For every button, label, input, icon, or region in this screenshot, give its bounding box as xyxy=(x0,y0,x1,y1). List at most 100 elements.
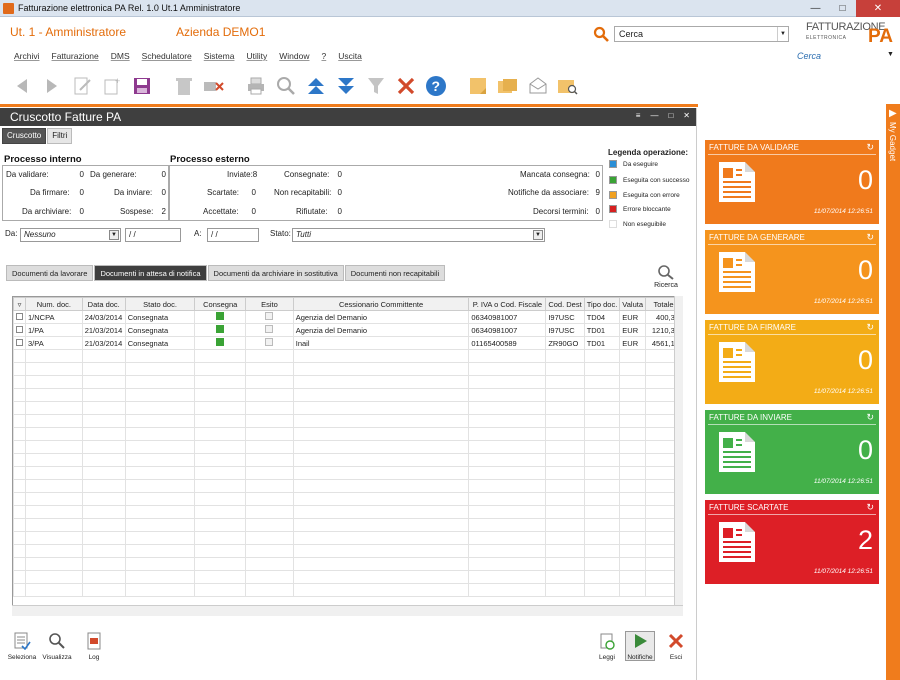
checkbox[interactable] xyxy=(16,312,23,320)
print-button[interactable] xyxy=(244,74,268,98)
minimize-button[interactable]: — xyxy=(802,0,829,17)
folders-icon xyxy=(498,79,517,93)
tab-documenti-in-attesa[interactable]: Documenti in attesa di notifica xyxy=(94,265,207,281)
cancel-button[interactable] xyxy=(394,74,418,98)
tab-filtri[interactable]: Filtri xyxy=(47,128,73,144)
table-row[interactable]: 3/PA 21/03/2014 Consegnata Inail 0116540… xyxy=(13,336,682,350)
menu-schedulatore[interactable]: Schedulatore xyxy=(142,51,192,61)
tab-documenti-da-lavorare[interactable]: Documenti da lavorare xyxy=(6,265,94,281)
menu-archivi[interactable]: Archivi xyxy=(14,51,40,61)
filter-button[interactable] xyxy=(364,74,388,98)
log-button[interactable]: Log xyxy=(79,632,109,661)
col-piva[interactable]: P. IVA o Cod. Fiscale xyxy=(468,297,547,311)
col-esito[interactable]: Esito xyxy=(245,297,294,311)
search-input[interactable]: Cerca ▼ xyxy=(614,26,789,42)
edit-button[interactable] xyxy=(70,74,94,98)
new-button[interactable]: + xyxy=(100,74,124,98)
refresh-icon[interactable]: ↻ xyxy=(866,322,874,333)
menu-help[interactable]: ? xyxy=(321,51,326,61)
card-fatture-da-generare[interactable]: FATTURE DA GENERARE ↻ 0 11/07/2014 12:26:51 xyxy=(705,230,879,314)
col-valuta[interactable]: Valuta xyxy=(619,297,646,311)
zoom-button[interactable] xyxy=(274,74,298,98)
date-to-input[interactable]: / / xyxy=(207,228,259,242)
col-data-doc[interactable]: Data doc. xyxy=(81,297,126,311)
card-fatture-da-inviare[interactable]: FATTURE DA INVIARE ↻ 0 11/07/2014 12:26:51 xyxy=(705,410,879,494)
tab-documenti-non-recapitabili[interactable]: Documenti non recapitabili xyxy=(344,265,446,281)
esci-button[interactable]: Esci xyxy=(661,632,691,661)
row-checkbox[interactable] xyxy=(13,336,26,350)
select-all-header[interactable]: ▿ xyxy=(13,297,26,311)
vertical-scrollbar[interactable] xyxy=(674,296,683,605)
refresh-icon[interactable]: ↻ xyxy=(866,502,874,513)
da-select[interactable]: Nessuno ▼ xyxy=(20,228,121,242)
forward-button[interactable] xyxy=(40,74,64,98)
checkbox[interactable] xyxy=(16,338,23,346)
help-button[interactable]: ? xyxy=(424,74,448,98)
col-num-doc[interactable]: Num. doc. xyxy=(25,297,83,311)
menu-fatturazione[interactable]: Fatturazione xyxy=(52,51,99,61)
panel-restore-icon[interactable]: □ xyxy=(668,111,673,120)
panel-close-icon[interactable]: ✕ xyxy=(683,111,690,120)
menu-dms[interactable]: DMS xyxy=(111,51,130,61)
delete-button[interactable] xyxy=(172,74,196,98)
empty-cell xyxy=(25,388,83,402)
maximize-button[interactable]: □ xyxy=(829,0,856,17)
col-cessionario[interactable]: Cessionario Committente xyxy=(292,297,470,311)
table-row[interactable]: 1/NCPA 24/03/2014 Consegnata Agenzia del… xyxy=(13,310,682,324)
menu-uscita[interactable]: Uscita xyxy=(338,51,362,61)
col-cod-dest[interactable]: Cod. Dest xyxy=(545,297,585,311)
remove-row-button[interactable] xyxy=(202,74,226,98)
tab-cruscotto[interactable]: Cruscotto xyxy=(2,128,47,144)
col-stato-doc[interactable]: Stato doc. xyxy=(124,297,196,311)
panel-menu-icon[interactable]: ≡ xyxy=(636,111,641,120)
col-consegna[interactable]: Consegna xyxy=(194,297,247,311)
empty-cell xyxy=(124,531,196,545)
card-title: FATTURE DA GENERARE xyxy=(709,233,805,242)
col-tipo-doc[interactable]: Tipo doc. xyxy=(583,297,621,311)
row-checkbox[interactable] xyxy=(13,310,26,324)
chevron-down-icon[interactable]: ▼ xyxy=(533,230,543,240)
search-icon[interactable] xyxy=(593,26,609,42)
close-window-button[interactable]: ✕ xyxy=(856,0,900,17)
save-button[interactable] xyxy=(130,74,154,98)
card-fatture-da-firmare[interactable]: FATTURE DA FIRMARE ↻ 0 11/07/2014 12:26:51 xyxy=(705,320,879,404)
empty-cell xyxy=(583,492,621,506)
stato-select[interactable]: Tutti ▼ xyxy=(292,228,545,242)
menu-utility[interactable]: Utility xyxy=(246,51,267,61)
empty-cell xyxy=(194,414,247,428)
menu-window[interactable]: Window xyxy=(279,51,309,61)
leggi-button[interactable]: Leggi xyxy=(592,632,622,661)
visualizza-button[interactable]: Visualizza xyxy=(42,632,72,661)
checkbox[interactable] xyxy=(16,325,23,333)
mail-button[interactable] xyxy=(526,74,550,98)
refresh-icon[interactable]: ↻ xyxy=(866,232,874,243)
table-row[interactable]: 1/PA 21/03/2014 Consegnata Agenzia del D… xyxy=(13,323,682,337)
empty-cell xyxy=(194,492,247,506)
refresh-icon[interactable]: ↻ xyxy=(866,142,874,153)
folder-search-button[interactable] xyxy=(556,74,580,98)
move-up-button[interactable] xyxy=(304,74,328,98)
empty-cell xyxy=(583,505,621,519)
options-chevron-icon[interactable]: ▼ xyxy=(887,51,894,58)
notifiche-button[interactable]: Notifiche xyxy=(625,631,655,661)
card-fatture-scartate[interactable]: FATTURE SCARTATE ↻ 2 11/07/2014 12:26:51 xyxy=(705,500,879,584)
chevron-down-icon[interactable]: ▼ xyxy=(777,27,788,41)
date-from-input[interactable]: / / xyxy=(125,228,181,242)
cerca-link[interactable]: Cerca xyxy=(797,51,821,61)
row-checkbox[interactable] xyxy=(13,323,26,337)
panel-minimize-icon[interactable]: — xyxy=(650,111,658,120)
back-button[interactable] xyxy=(10,74,34,98)
refresh-icon[interactable]: ↻ xyxy=(866,412,874,423)
note-button[interactable] xyxy=(466,74,490,98)
menu-sistema[interactable]: Sistema xyxy=(204,51,235,61)
tab-documenti-da-archiviare[interactable]: Documenti da archiviare in sostitutiva xyxy=(207,265,344,281)
ricerca-button[interactable]: Ricerca xyxy=(654,264,678,289)
chevron-down-icon[interactable]: ▼ xyxy=(109,230,119,240)
horizontal-scrollbar[interactable] xyxy=(12,605,683,616)
card-fatture-da-validare[interactable]: FATTURE DA VALIDARE ↻ 0 11/07/2014 12:26:51 xyxy=(705,140,879,224)
move-down-button[interactable] xyxy=(334,74,358,98)
empty-cell xyxy=(468,453,547,467)
folders-button[interactable] xyxy=(496,74,520,98)
my-gadget-tab[interactable]: ▶ My Gadget xyxy=(886,104,900,680)
seleziona-button[interactable]: Seleziona xyxy=(7,632,37,661)
